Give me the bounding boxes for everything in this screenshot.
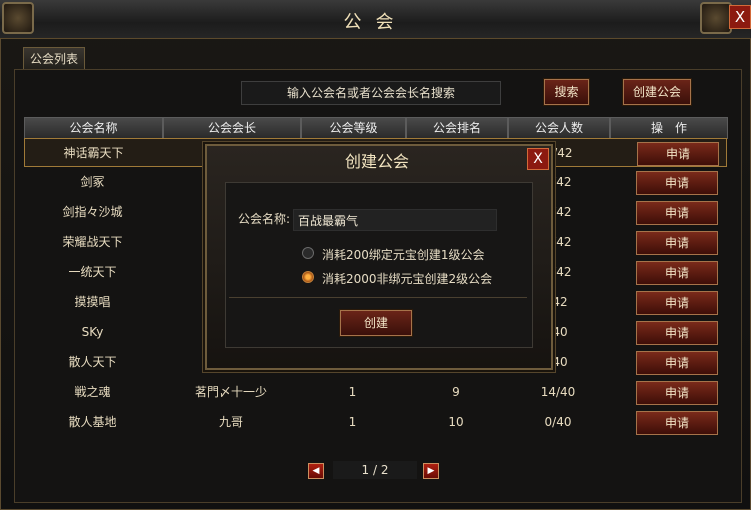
guild-name-label: 公会名称: <box>238 212 291 226</box>
guild-name-field[interactable]: 百战最霸气 <box>293 209 497 231</box>
dialog-close-button[interactable]: X <box>527 148 549 170</box>
guild-name-cell: SKy <box>81 325 104 339</box>
guild-name-cell: 摸摸唱 <box>74 295 111 309</box>
guild-name-cell: 散人基地 <box>68 415 117 429</box>
header-guild-name: 公会名称 <box>24 117 163 139</box>
guild-level-cell: 1 <box>348 385 357 399</box>
create-confirm-button[interactable]: 创建 <box>340 310 412 336</box>
search-input[interactable]: 输入公会名或者公会会长名搜索 <box>241 81 501 105</box>
dialog-divider <box>229 297 527 298</box>
guild-name-cell: 剑指々沙城 <box>62 205 123 219</box>
apply-button[interactable]: 申请 <box>636 201 718 225</box>
guild-rank-cell: 10 <box>448 415 464 429</box>
search-button[interactable]: 搜索 <box>544 79 589 105</box>
apply-button[interactable]: 申请 <box>637 142 719 166</box>
dialog-title: 创建公会 <box>344 152 409 171</box>
header-guild-members: 公会人数 <box>508 117 610 139</box>
page-indicator: 1 / 2 <box>333 461 417 479</box>
guild-name-cell: 一统天下 <box>68 265 117 279</box>
guild-name-cell: 散人天下 <box>68 355 117 369</box>
apply-button[interactable]: 申请 <box>636 231 718 255</box>
option-level2-radio[interactable] <box>302 271 314 283</box>
apply-button[interactable]: 申请 <box>636 291 718 315</box>
header-guild-level: 公会等级 <box>301 117 406 139</box>
next-page-button[interactable]: ▶ <box>423 463 439 479</box>
guild-name-cell: 戦之魂 <box>74 385 111 399</box>
apply-button[interactable]: 申请 <box>636 321 718 345</box>
apply-button[interactable]: 申请 <box>636 171 718 195</box>
prev-page-button[interactable]: ◀ <box>308 463 324 479</box>
window-close-button[interactable]: X <box>729 5 751 29</box>
guild-members-cell: 0/40 <box>544 415 572 429</box>
guild-name-cell: 剑冢 <box>80 175 105 189</box>
header-guild-leader: 公会会长 <box>163 117 301 139</box>
guild-leader-cell: 九哥 <box>218 415 243 429</box>
table-row[interactable]: 戦之魂 茗門〆十一少 1 9 14/40 申请 <box>24 378 727 407</box>
option-level1-radio[interactable] <box>302 247 314 259</box>
table-row[interactable]: 散人基地 九哥 1 10 0/40 申请 <box>24 408 727 437</box>
apply-button[interactable]: 申请 <box>636 351 718 375</box>
window-title: 公会 <box>343 12 408 33</box>
header-guild-rank: 公会排名 <box>406 117 508 139</box>
option-level2-label: 消耗2000非绑元宝创建2级公会 <box>322 272 493 286</box>
header-action: 操 作 <box>610 117 728 139</box>
apply-button[interactable]: 申请 <box>636 411 718 435</box>
corner-ornament <box>700 2 732 34</box>
corner-ornament <box>2 2 34 34</box>
apply-button[interactable]: 申请 <box>636 261 718 285</box>
guild-name-cell: 神话霸天下 <box>63 146 124 160</box>
tab-guild-list[interactable]: 公会列表 <box>23 47 85 70</box>
guild-level-cell: 1 <box>348 415 357 429</box>
guild-rank-cell: 9 <box>452 385 460 399</box>
apply-button[interactable]: 申请 <box>636 381 718 405</box>
option-level1-label: 消耗200绑定元宝创建1级公会 <box>322 248 485 262</box>
title-bar: 公会 <box>0 0 751 39</box>
guild-members-cell: 14/40 <box>540 385 576 399</box>
create-guild-button[interactable]: 创建公会 <box>623 79 691 105</box>
guild-name-cell: 荣耀战天下 <box>62 235 123 249</box>
guild-leader-cell: 茗門〆十一少 <box>194 385 267 399</box>
